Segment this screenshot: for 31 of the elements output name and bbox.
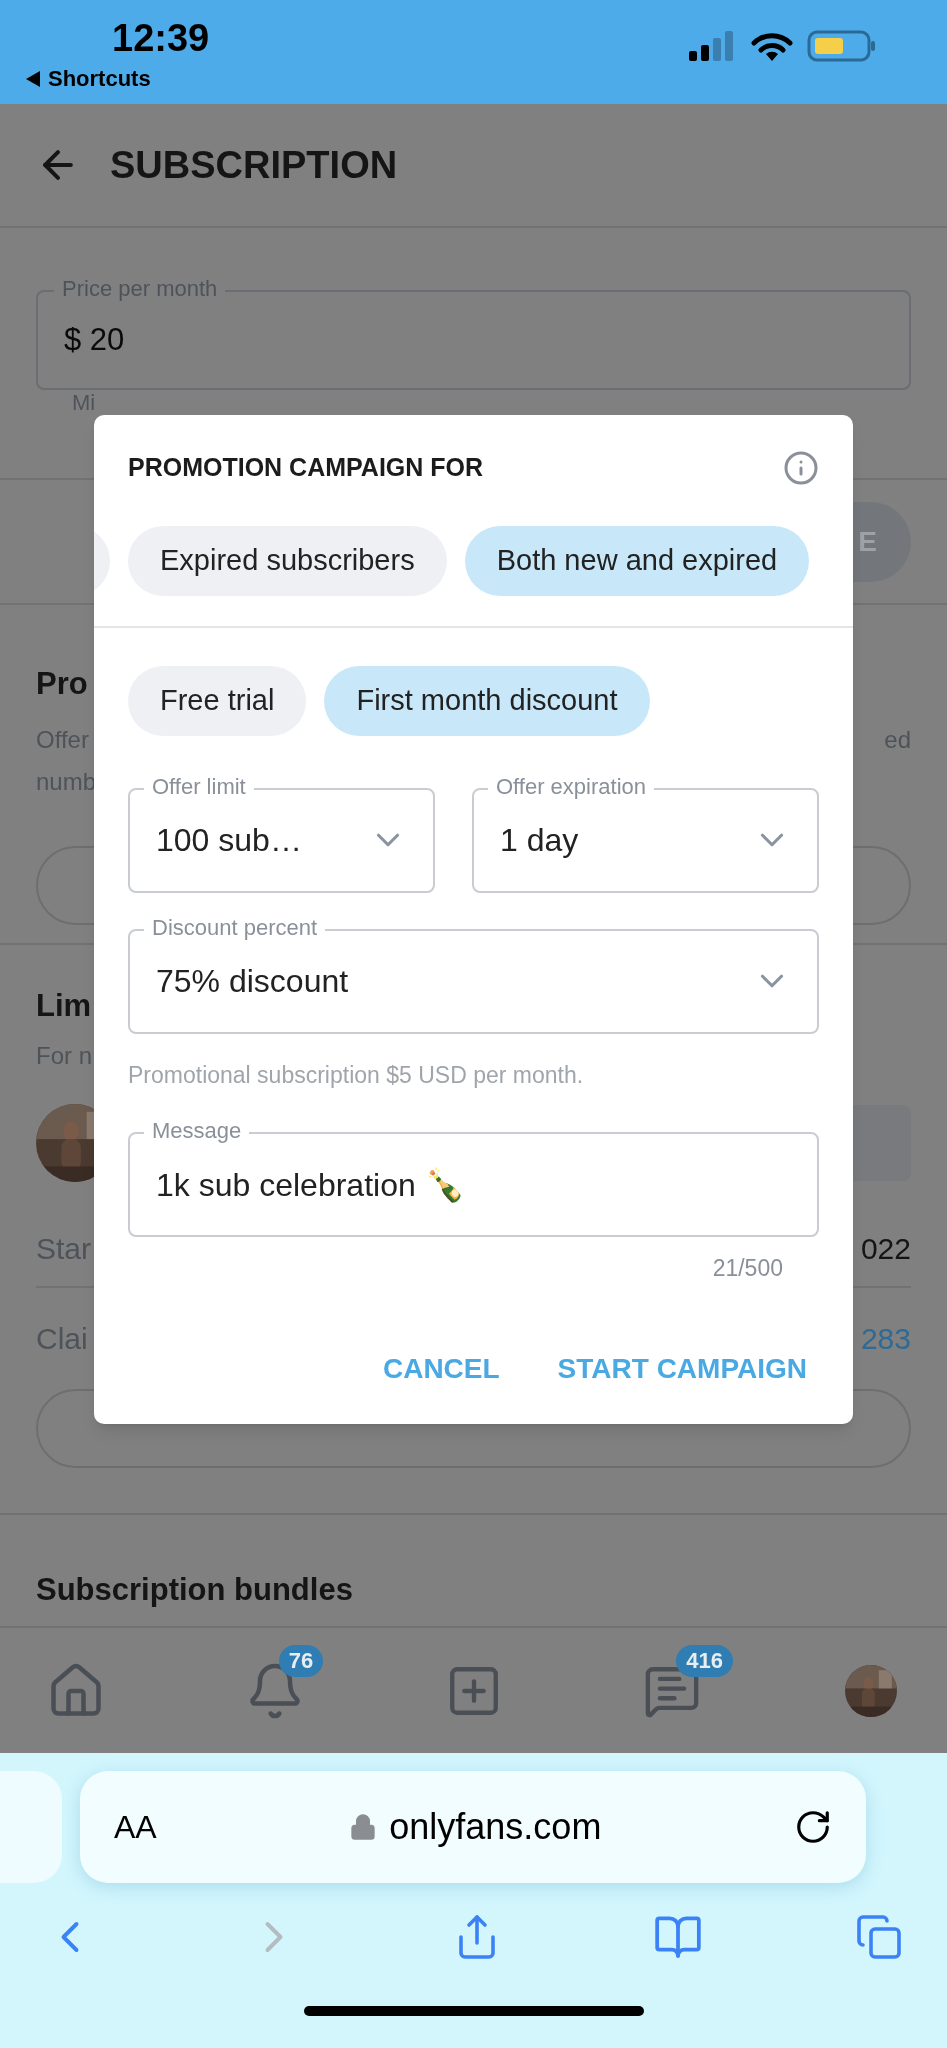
section-heading: Lim — [36, 988, 92, 1023]
clock-time: 12:39 — [112, 16, 210, 61]
price-value: $ 20 — [64, 320, 125, 359]
address-bar[interactable]: AA onlyfans.com — [80, 1771, 866, 1883]
info-icon[interactable] — [783, 449, 819, 486]
battery-icon — [807, 30, 877, 62]
dialog-title: PROMOTION CAMPAIGN FOR — [128, 452, 484, 483]
field-value: 75% discount — [156, 962, 350, 1001]
count-badge: 416 — [676, 1644, 733, 1677]
page-title: SUBSCRIPTION — [110, 142, 398, 188]
option-chip[interactable]: Free trial — [128, 665, 307, 736]
option-chip[interactable]: Expired subscribers — [128, 525, 447, 596]
section-heading: Pro — [36, 666, 88, 701]
wifi-icon — [751, 31, 793, 61]
row-value: 022 — [860, 1231, 911, 1267]
url-text: onlyfans.com — [389, 1805, 602, 1849]
field-value: 1 day — [500, 821, 580, 860]
text-size-button[interactable]: AA — [114, 1803, 157, 1851]
back-triangle-icon — [26, 70, 40, 87]
count-badge: 76 — [278, 1644, 324, 1677]
section-heading: Subscription bundles — [36, 1572, 353, 1607]
character-counter: 21/500 — [712, 1254, 783, 1283]
reload-icon[interactable] — [794, 1808, 832, 1846]
helper-text: Promotional subscription $5 USD per month. — [128, 1061, 584, 1088]
option-chip[interactable]: First month discount — [324, 665, 650, 736]
tabs-icon[interactable] — [855, 1913, 903, 1961]
field-value: 1k sub celebration 🍾 — [156, 1165, 465, 1205]
option-chip[interactable]: Both new and expired — [464, 525, 810, 596]
field-value: 100 sub… — [156, 821, 303, 860]
lock-icon — [349, 1813, 378, 1841]
back-to-app-link[interactable]: Shortcuts — [48, 62, 151, 95]
